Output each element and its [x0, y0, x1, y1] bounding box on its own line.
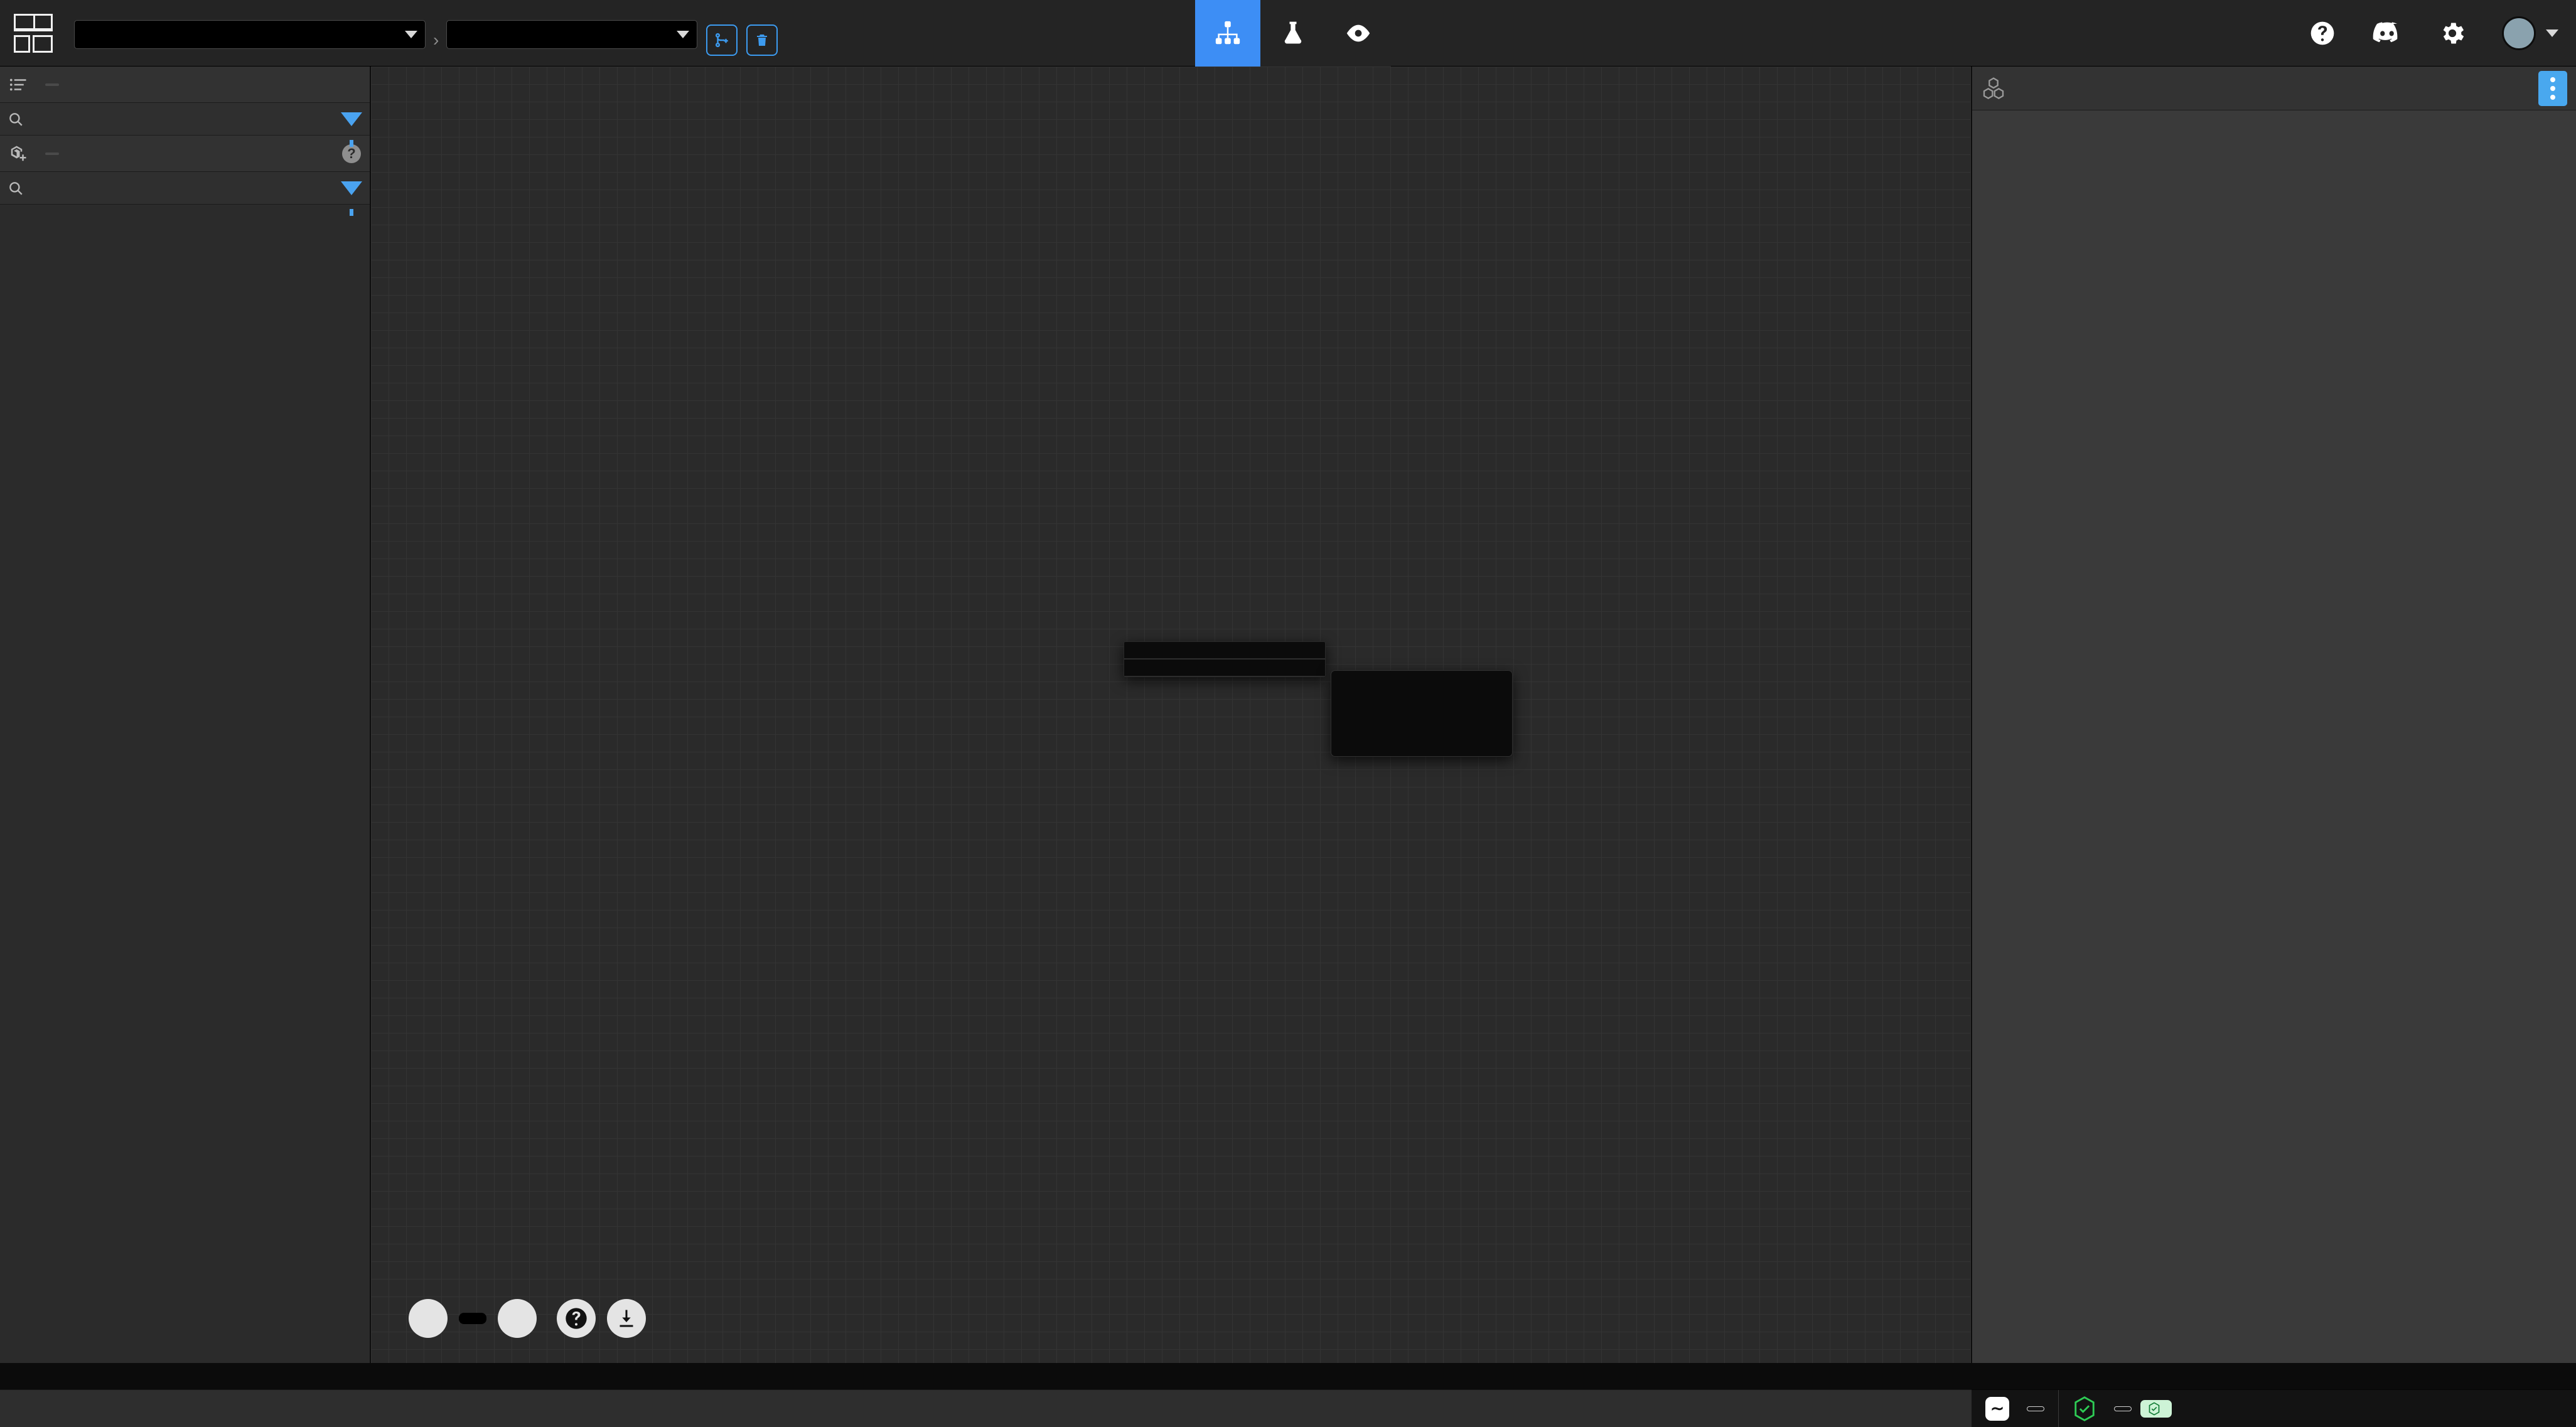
- qualification-hex-icon: [2074, 1396, 2095, 1421]
- canvas-grid: [371, 67, 1971, 1363]
- left-sidebar: ?: [0, 67, 370, 1363]
- tool-lab-view[interactable]: [1260, 0, 1326, 67]
- gear-icon[interactable]: [2438, 19, 2467, 48]
- qualifications-status-cell[interactable]: [2059, 1390, 2186, 1427]
- check-hex-icon: [2149, 1401, 2160, 1416]
- sitemap-icon: [1215, 21, 1240, 45]
- assets-help-icon[interactable]: ?: [342, 144, 361, 163]
- outline-count-badge: [45, 83, 59, 86]
- flask-icon: [1284, 21, 1302, 44]
- search-components-input[interactable]: [31, 110, 341, 127]
- search-icon: [9, 112, 23, 126]
- question-circle-icon[interactable]: [2309, 19, 2336, 47]
- merge-changeset-button[interactable]: [706, 24, 738, 56]
- selection-count-text: [1972, 110, 2576, 136]
- search-assets-input[interactable]: [31, 179, 341, 196]
- chevron-down-icon: [677, 31, 690, 38]
- context-menu-section-views: [1124, 642, 1325, 659]
- multiple-assets-icon: [1983, 77, 2004, 99]
- context-menu-section-components: [1124, 660, 1325, 676]
- assets-header: ?: [0, 136, 370, 172]
- qualifications-total-badge: [2114, 1406, 2132, 1411]
- context-submenu-views[interactable]: [1331, 670, 1513, 757]
- discord-icon[interactable]: [2371, 21, 2403, 46]
- canvas-download-button[interactable]: [607, 1299, 646, 1338]
- canvas-help-button[interactable]: [557, 1299, 596, 1338]
- outline-search-bar: [0, 103, 370, 147]
- submenu-item-application[interactable]: [1331, 677, 1512, 714]
- changeset-group: [446, 17, 698, 49]
- eye-icon: [1346, 24, 1370, 42]
- right-sidebar: [1972, 67, 2576, 1363]
- chevron-down-icon: [405, 31, 417, 38]
- assets-count-badge: [45, 152, 59, 155]
- zoom-out-button[interactable]: [409, 1299, 448, 1338]
- status-bar-left: [0, 1389, 1972, 1427]
- chevron-down-icon[interactable]: [2546, 29, 2558, 37]
- changeset-select[interactable]: [446, 20, 698, 49]
- merge-changeset-icon: [716, 33, 729, 47]
- download-icon: [620, 1310, 633, 1327]
- add-asset-cube-icon: [11, 146, 26, 161]
- search-icon: [9, 181, 23, 195]
- zoom-level[interactable]: [459, 1313, 486, 1324]
- center-tool-group: [1195, 0, 1391, 67]
- top-bar: ›: [0, 0, 2576, 67]
- zoom-controls: [409, 1299, 646, 1338]
- status-bar-right: ∼: [1972, 1389, 2576, 1427]
- diff-total-badge: [2027, 1406, 2044, 1411]
- filter-funnel-icon[interactable]: [341, 112, 362, 147]
- system-initiative-logo-icon: [14, 13, 53, 53]
- tool-watch-view[interactable]: [1326, 0, 1391, 67]
- question-circle-icon: [566, 1308, 587, 1329]
- workspace-group: [74, 17, 426, 49]
- zoom-in-button[interactable]: [498, 1299, 537, 1338]
- workspace-select[interactable]: [74, 20, 426, 49]
- submenu-item-create-new-view[interactable]: [1331, 714, 1512, 750]
- tool-diagram-view[interactable]: [1195, 0, 1260, 67]
- context-menu[interactable]: [1124, 641, 1326, 677]
- filter-funnel-icon[interactable]: [341, 181, 362, 216]
- qualifications-passed-badge: [2140, 1399, 2172, 1418]
- right-panel-header: [1972, 67, 2576, 110]
- more-options-button[interactable]: [2538, 70, 2567, 106]
- breadcrumb-separator: ›: [433, 29, 439, 50]
- top-right-tools: [2309, 0, 2558, 67]
- outline-list-icon: [9, 78, 26, 90]
- outline-header: [0, 67, 370, 103]
- diff-status-cell[interactable]: ∼: [1972, 1390, 2059, 1427]
- diagram-canvas[interactable]: [371, 67, 1971, 1363]
- diff-icon: ∼: [1985, 1396, 2009, 1421]
- avatar[interactable]: [2502, 16, 2536, 50]
- trash-icon: [757, 34, 768, 46]
- assets-search-bar: [0, 172, 370, 216]
- delete-changeset-button[interactable]: [746, 24, 778, 56]
